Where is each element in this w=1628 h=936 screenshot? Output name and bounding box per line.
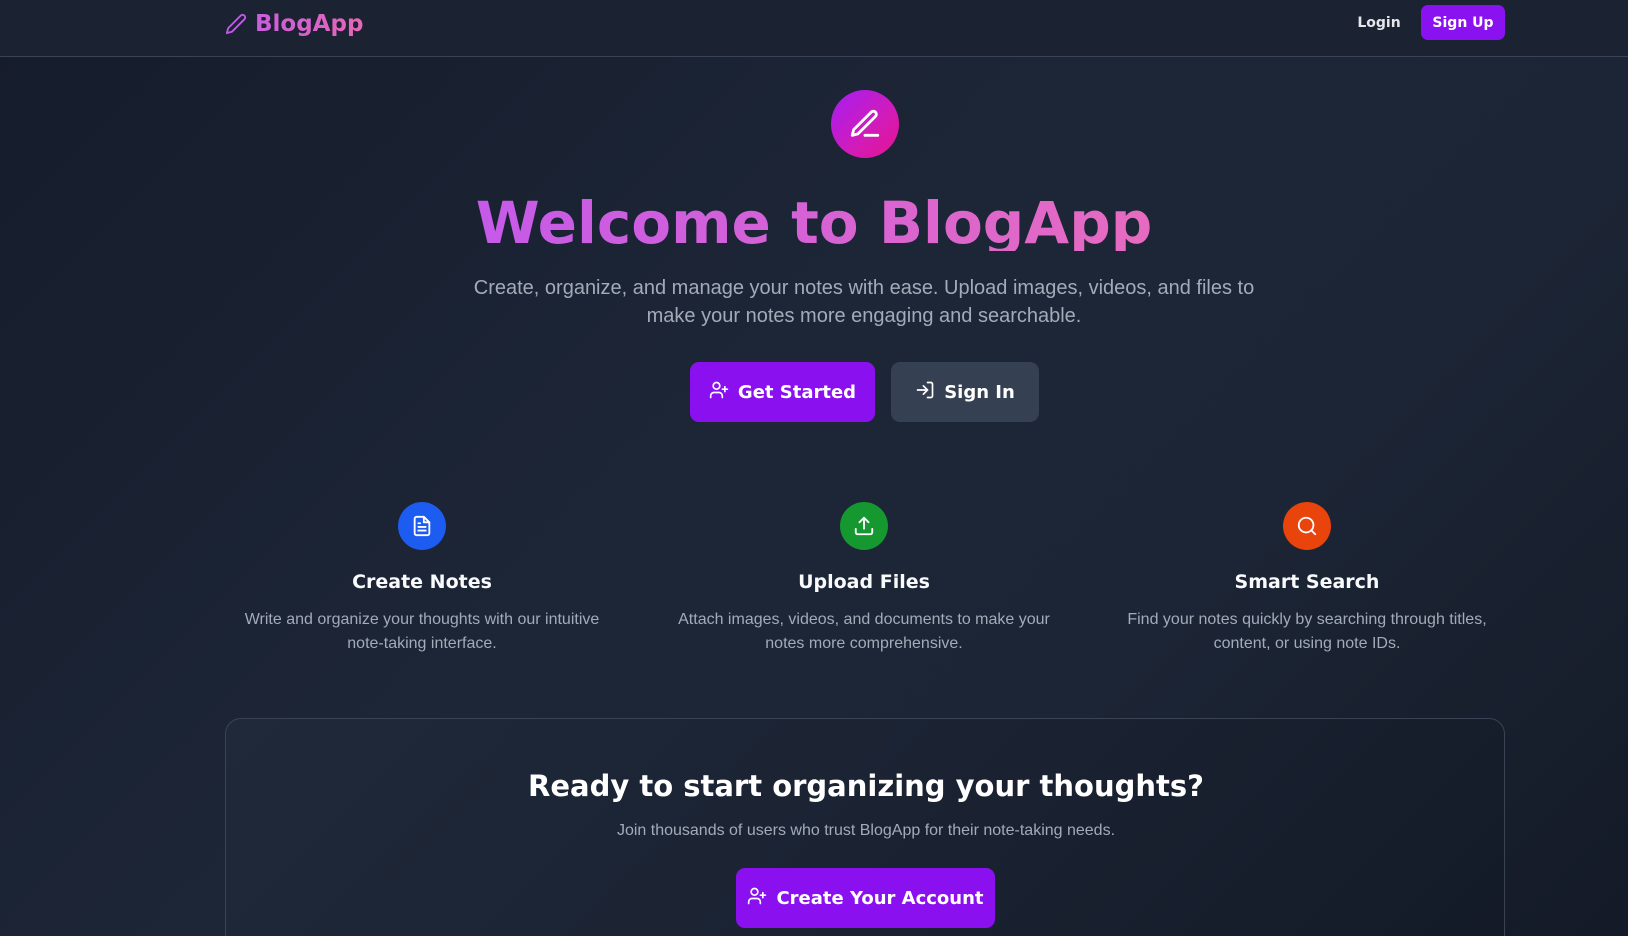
hero-title: Welcome to BlogApp	[0, 185, 1628, 251]
search-icon	[1283, 502, 1331, 550]
create-account-label: Create Your Account	[776, 887, 984, 909]
feature-title: Upload Files	[798, 571, 930, 593]
brand-name: BlogApp	[255, 11, 364, 37]
feature-smart-search: Smart Search Find your notes quickly by …	[1107, 502, 1507, 656]
user-plus-icon	[747, 886, 767, 911]
feature-description: Find your notes quickly by searching thr…	[1127, 611, 1487, 652]
navbar: BlogApp Login Sign Up	[0, 0, 1628, 57]
feature-create-notes: Create Notes Write and organize your tho…	[222, 502, 622, 656]
get-started-button[interactable]: Get Started	[690, 362, 875, 422]
feature-description: Attach images, videos, and documents to …	[678, 611, 1050, 652]
hero-title-text: Welcome to BlogApp	[476, 189, 1152, 251]
sign-in-button[interactable]: Sign In	[891, 362, 1039, 422]
hero-pencil-icon	[831, 90, 899, 158]
cta-card: Ready to start organizing your thoughts?…	[225, 718, 1505, 936]
feature-title: Create Notes	[352, 571, 492, 593]
login-link[interactable]: Login	[1354, 10, 1404, 36]
cta-subtitle: Join thousands of users who trust BlogAp…	[616, 822, 1116, 839]
sign-in-label: Sign In	[944, 381, 1015, 403]
log-in-icon	[915, 380, 935, 405]
feature-title: Smart Search	[1234, 571, 1380, 593]
user-plus-icon	[709, 380, 729, 405]
document-icon	[398, 502, 446, 550]
brand-logo[interactable]: BlogApp	[225, 8, 363, 40]
cta-title: Ready to start organizing your thoughts?	[528, 769, 1204, 803]
hero-subtitle: Create, organize, and manage your notes …	[473, 277, 1255, 327]
get-started-label: Get Started	[737, 381, 857, 403]
feature-upload-files: Upload Files Attach images, videos, and …	[664, 502, 1064, 656]
feature-description: Write and organize your thoughts with ou…	[244, 611, 600, 652]
create-account-button[interactable]: Create Your Account	[736, 868, 995, 928]
signup-button[interactable]: Sign Up	[1421, 5, 1505, 40]
upload-icon	[840, 502, 888, 550]
pencil-icon	[225, 13, 247, 35]
